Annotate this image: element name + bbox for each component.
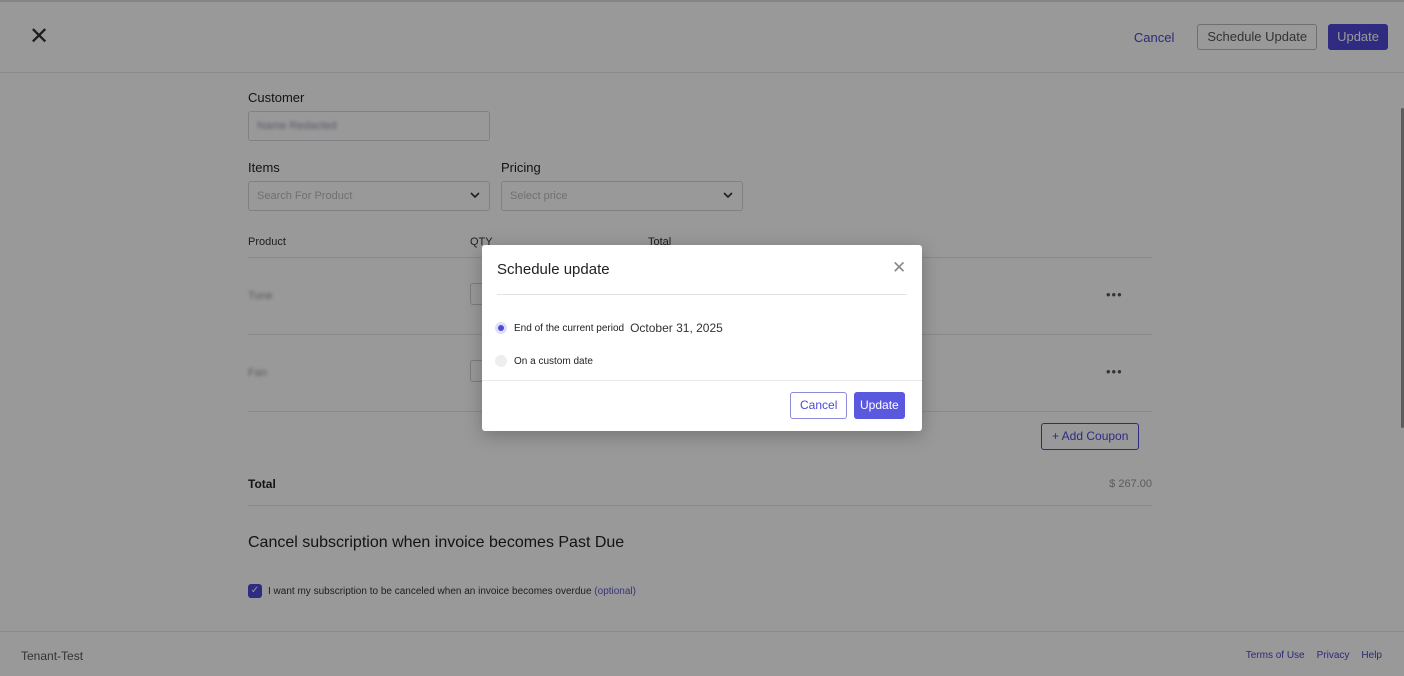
radio-selected[interactable] xyxy=(495,322,507,334)
option-custom-date[interactable]: On a custom date xyxy=(495,355,593,367)
option-end-of-period[interactable]: End of the current period October 31, 20… xyxy=(495,321,723,335)
divider xyxy=(482,380,922,381)
divider xyxy=(497,294,907,295)
period-end-date: October 31, 2025 xyxy=(630,321,723,335)
dialog-update-button[interactable]: Update xyxy=(854,392,905,419)
option-custom-date-label: On a custom date xyxy=(514,355,593,367)
dialog-title: Schedule update xyxy=(497,261,610,278)
dialog-cancel-button[interactable]: Cancel xyxy=(790,392,848,419)
close-icon[interactable]: ✕ xyxy=(892,259,906,276)
schedule-update-dialog: Schedule update ✕ End of the current per… xyxy=(482,245,922,431)
option-end-of-period-label: End of the current period xyxy=(514,322,625,334)
radio-unselected[interactable] xyxy=(495,355,507,367)
